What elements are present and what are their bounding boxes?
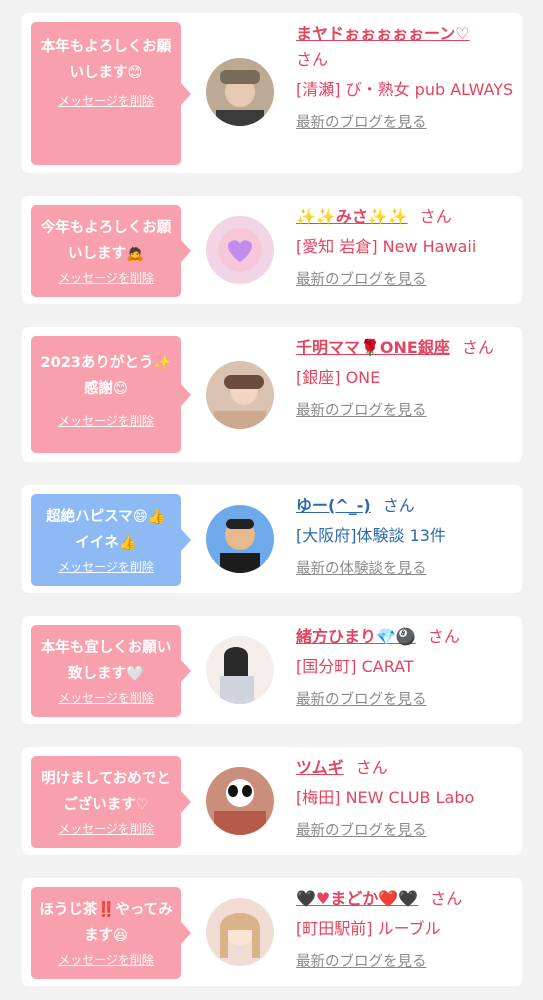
avatar[interactable] <box>206 898 274 966</box>
message-card: 超絶ハピスマ😄👍イイネ👍 メッセージを削除 ゆー(^_-) さん [大阪府]体験談… <box>22 485 522 593</box>
user-info: ツムギ さん [梅田] NEW CLUB Labo 最新のブログを見る <box>296 755 514 840</box>
user-name-link[interactable]: 🖤♥まどか❤️🖤 <box>296 889 418 908</box>
latest-blog-link[interactable]: 最新のブログを見る <box>296 819 427 840</box>
avatar[interactable] <box>206 361 274 429</box>
message-bubble: 超絶ハピスマ😄👍イイネ👍 メッセージを削除 <box>31 494 191 586</box>
shop-name: [大阪府]体験談 13件 <box>296 526 446 545</box>
user-name-link[interactable]: 千明ママ🌹ONE銀座 <box>296 338 450 357</box>
latest-reviews-link[interactable]: 最新の体験談を見る <box>296 557 427 578</box>
latest-blog-link[interactable]: 最新のブログを見る <box>296 111 427 132</box>
delete-message-link[interactable]: メッセージを削除 <box>31 951 181 968</box>
user-info: 🖤♥まどか❤️🖤 さん [町田駅前] ルーブル 最新のブログを見る <box>296 886 514 971</box>
message-text: ほうじ茶‼️やってみます😆 <box>39 902 173 944</box>
message-text: 本年もよろしくお願いします😊 <box>40 39 172 81</box>
delete-message-link[interactable]: メッセージを削除 <box>31 412 181 429</box>
message-card: 本年もよろしくお願いします😊 メッセージを削除 まヤドぉぉぉぉぉーン♡ さん [… <box>22 13 522 173</box>
honorific: さん <box>461 338 494 357</box>
message-text: 今年もよろしくお願いします🙇 <box>40 220 172 262</box>
delete-message-link[interactable]: メッセージを削除 <box>31 820 181 837</box>
message-bubble: 明けましておめでとございます♡ メッセージを削除 <box>31 756 191 848</box>
shop-name: [銀座] ONE <box>296 368 381 387</box>
message-card: 明けましておめでとございます♡ メッセージを削除 ツムギ さん [梅田] NEW … <box>22 747 522 855</box>
user-name-link[interactable]: ツムギ <box>296 758 344 777</box>
user-name-link[interactable]: まヤドぉぉぉぉぉーン♡ <box>296 24 470 43</box>
latest-blog-link[interactable]: 最新のブログを見る <box>296 399 427 420</box>
user-info: 緒方ひまり💎🎱 さん [国分町] CARAT 最新のブログを見る <box>296 624 514 709</box>
user-info: まヤドぉぉぉぉぉーン♡ さん [清瀬] び・熟女 pub ALWAYS 最新のブ… <box>296 21 514 132</box>
honorific: さん <box>419 207 452 226</box>
delete-message-link[interactable]: メッセージを削除 <box>31 689 181 706</box>
message-text: 明けましておめでとございます♡ <box>41 771 171 813</box>
message-card: ほうじ茶‼️やってみます😆 メッセージを削除 🖤♥まどか❤️🖤 さん [町田駅前]… <box>22 878 522 986</box>
latest-blog-link[interactable]: 最新のブログを見る <box>296 950 427 971</box>
latest-blog-link[interactable]: 最新のブログを見る <box>296 268 427 289</box>
shop-name: [清瀬] び・熟女 pub ALWAYS <box>296 80 514 99</box>
user-info: ✨✨みさ✨✨ さん [愛知 岩倉] New Hawaii 最新のブログを見る <box>296 204 514 289</box>
user-name-link[interactable]: 緒方ひまり💎🎱 <box>296 627 416 646</box>
message-bubble: ほうじ茶‼️やってみます😆 メッセージを削除 <box>31 887 191 979</box>
honorific: さん <box>296 50 329 69</box>
user-info: 千明ママ🌹ONE銀座 さん [銀座] ONE 最新のブログを見る <box>296 335 514 420</box>
honorific: さん <box>382 496 415 515</box>
user-name-link[interactable]: ゆー(^_-) <box>296 496 371 515</box>
avatar[interactable] <box>206 767 274 835</box>
honorific: さん <box>355 758 388 777</box>
latest-blog-link[interactable]: 最新のブログを見る <box>296 688 427 709</box>
shop-name: [梅田] NEW CLUB Labo <box>296 788 475 807</box>
message-bubble: 本年もよろしくお願いします😊 メッセージを削除 <box>31 22 191 165</box>
message-card: 2023ありがとう✨感謝😊 メッセージを削除 千明ママ🌹ONE銀座 さん [銀座]… <box>22 327 522 462</box>
message-bubble: 2023ありがとう✨感謝😊 メッセージを削除 <box>31 336 191 453</box>
message-bubble: 今年もよろしくお願いします🙇 メッセージを削除 <box>31 205 191 297</box>
avatar[interactable] <box>206 58 274 126</box>
delete-message-link[interactable]: メッセージを削除 <box>31 269 181 286</box>
message-text: 超絶ハピスマ😄👍イイネ👍 <box>46 509 166 551</box>
message-card: 今年もよろしくお願いします🙇 メッセージを削除 ✨✨みさ✨✨ さん [愛知 岩倉]… <box>22 196 522 304</box>
avatar[interactable] <box>206 636 274 704</box>
shop-name: [国分町] CARAT <box>296 657 414 676</box>
message-text: 2023ありがとう✨感謝😊 <box>40 355 172 397</box>
message-bubble: 本年も宜しくお願い致します🤍 メッセージを削除 <box>31 625 191 717</box>
message-card: 本年も宜しくお願い致します🤍 メッセージを削除 緒方ひまり💎🎱 さん [国分町] … <box>22 616 522 724</box>
delete-message-link[interactable]: メッセージを削除 <box>31 92 181 109</box>
avatar[interactable] <box>206 505 274 573</box>
user-name-link[interactable]: ✨✨みさ✨✨ <box>296 207 408 226</box>
avatar[interactable] <box>206 216 274 284</box>
shop-name: [愛知 岩倉] New Hawaii <box>296 237 477 256</box>
message-text: 本年も宜しくお願い致します🤍 <box>40 640 172 682</box>
honorific: さん <box>430 889 463 908</box>
delete-message-link[interactable]: メッセージを削除 <box>31 558 181 575</box>
shop-name: [町田駅前] ルーブル <box>296 919 441 938</box>
honorific: さん <box>427 627 460 646</box>
user-info: ゆー(^_-) さん [大阪府]体験談 13件 最新の体験談を見る <box>296 493 514 578</box>
